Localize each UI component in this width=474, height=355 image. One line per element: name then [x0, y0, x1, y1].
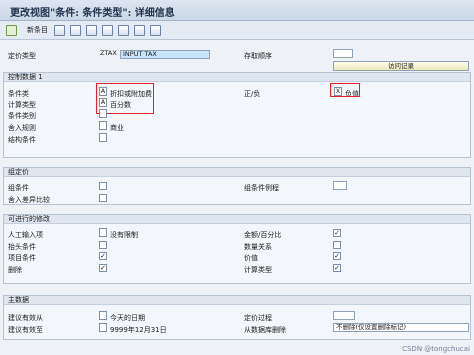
- rounding-indicator[interactable]: [99, 121, 107, 130]
- amount-pct-checkbox[interactable]: ✓: [333, 229, 341, 237]
- undo-icon: [86, 24, 97, 36]
- changes-title: 可进行的修改: [4, 215, 470, 224]
- delete-button[interactable]: [70, 24, 81, 36]
- check-icon: [6, 24, 17, 36]
- valid-from-indicator[interactable]: [99, 311, 107, 320]
- title-bar: 更改视图"条件: 条件类型": 详细信息: [0, 0, 474, 21]
- deselect-button[interactable]: [150, 24, 161, 36]
- main-content: 定价类型 ZTAX INPUT TAX 存取顺序 访问记录 控制数据 1 条件类…: [0, 40, 474, 355]
- group-routine-label: 组条件例程: [244, 184, 279, 192]
- prev-icon: [102, 24, 113, 36]
- cond-category-field[interactable]: [99, 109, 107, 118]
- cond-class-label: 条件类: [8, 90, 29, 98]
- calc-type-checkbox[interactable]: ✓: [333, 264, 341, 272]
- manual-entry-text: 没有限制: [110, 231, 138, 239]
- prev-entry-button[interactable]: [102, 24, 113, 36]
- rounding-diff-label: 舍入差异比较: [8, 196, 50, 204]
- valid-from-label: 建议有效从: [8, 314, 43, 322]
- changes-section: 可进行的修改: [3, 214, 471, 284]
- group-cond-checkbox[interactable]: [99, 182, 107, 190]
- next-entry-button[interactable]: [118, 24, 129, 36]
- delete-from-db-select[interactable]: 不删除(仅设置删除标记): [333, 323, 469, 332]
- cond-category-label: 条件类别: [8, 112, 36, 120]
- qty-relation-checkbox[interactable]: [333, 241, 341, 249]
- new-entries-label: 新条目: [27, 26, 48, 34]
- master-data-title: 主数据: [4, 296, 470, 305]
- select-all-icon: [134, 24, 145, 36]
- changes-calc-type-label: 计算类型: [244, 266, 272, 274]
- item-cond-label: 项目条件: [8, 254, 36, 262]
- manual-entry-indicator[interactable]: [99, 228, 107, 237]
- toolbar: 新条目: [0, 21, 474, 40]
- qty-relation-label: 数量关系: [244, 243, 272, 251]
- valid-to-text: 9999年12月31日: [110, 326, 167, 334]
- rounding-diff-checkbox[interactable]: [99, 194, 107, 202]
- select-all-button[interactable]: [134, 24, 145, 36]
- pricing-proc-label: 定价过程: [244, 314, 272, 322]
- copy-icon: [54, 24, 65, 36]
- cond-type-label: 定价类型: [8, 52, 36, 60]
- plus-minus-label: 正/负: [244, 90, 261, 98]
- value-checkbox[interactable]: ✓: [333, 252, 341, 260]
- delete-checkbox[interactable]: ✓: [99, 264, 107, 272]
- rounding-label: 舍入规则: [8, 124, 36, 132]
- pricing-proc-field[interactable]: [333, 311, 355, 320]
- control-data-title: 控制数据 1: [4, 73, 470, 82]
- valid-to-label: 建议有效至: [8, 326, 43, 334]
- valid-from-text: 今天的日期: [110, 314, 145, 322]
- calc-type-label: 计算类型: [8, 101, 36, 109]
- new-entries-button[interactable]: 新条目: [24, 24, 48, 36]
- delete-from-db-label: 从数据库删除: [244, 326, 286, 334]
- deselect-icon: [150, 24, 161, 36]
- window-title: 更改视图"条件: 条件类型": 详细信息: [10, 8, 175, 19]
- check-button[interactable]: [6, 24, 17, 36]
- valid-to-indicator[interactable]: [99, 323, 107, 332]
- highlight-box: [330, 83, 360, 97]
- rounding-text: 商业: [110, 124, 124, 132]
- next-icon: [118, 24, 129, 36]
- group-pricing-title: 组定价: [4, 168, 470, 177]
- delete-label: 删除: [8, 266, 22, 274]
- undo-button[interactable]: [86, 24, 97, 36]
- watermark: CSDN @tongchucai: [402, 345, 470, 353]
- header-cond-checkbox[interactable]: [99, 241, 107, 249]
- master-data-section: 主数据: [3, 295, 471, 340]
- calc-type-indicator[interactable]: A: [99, 98, 107, 107]
- header-cond-label: 抬头条件: [8, 243, 36, 251]
- group-pricing-section: 组定价: [3, 167, 471, 205]
- control-data-section: 控制数据 1: [3, 72, 471, 158]
- delete-icon: [70, 24, 81, 36]
- group-cond-label: 组条件: [8, 184, 29, 192]
- value-label: 价值: [244, 254, 258, 262]
- struct-cond-field[interactable]: [99, 133, 107, 142]
- calc-type-text: 百分数: [110, 101, 131, 109]
- group-routine-field[interactable]: [333, 181, 347, 190]
- access-seq-field[interactable]: [333, 49, 353, 58]
- amount-pct-label: 金额/百分比: [244, 231, 282, 239]
- cond-type-name-field[interactable]: INPUT TAX: [120, 50, 210, 59]
- item-cond-checkbox[interactable]: ✓: [99, 252, 107, 260]
- cond-type-code: ZTAX: [100, 50, 117, 57]
- records-button[interactable]: 访问记录: [333, 61, 469, 71]
- access-seq-label: 存取顺序: [244, 52, 272, 60]
- manual-entry-label: 人工输入项: [8, 231, 43, 239]
- copy-button[interactable]: [54, 24, 65, 36]
- struct-cond-label: 结构条件: [8, 136, 36, 144]
